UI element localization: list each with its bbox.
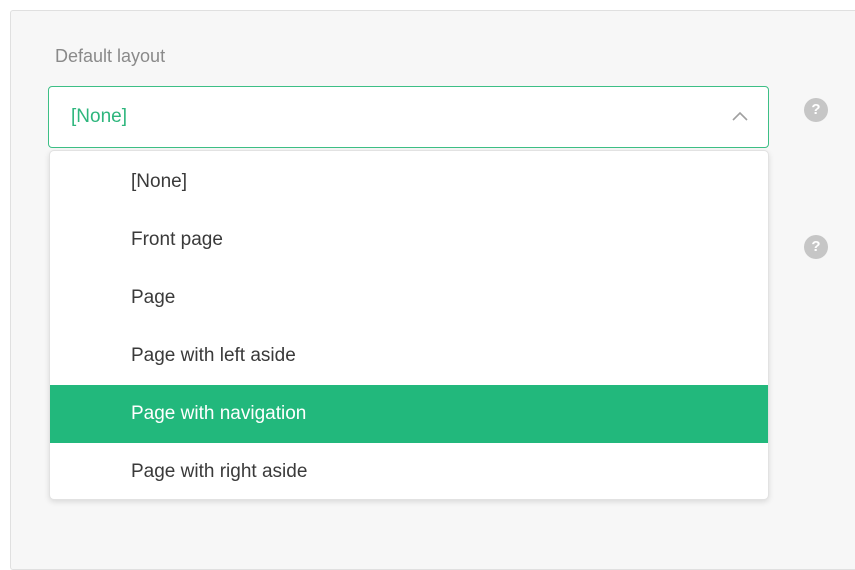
dropdown-option-page-with-left-aside[interactable]: Page with left aside (50, 327, 768, 385)
dropdown-option-none[interactable]: [None] (50, 153, 768, 211)
chevron-up-icon[interactable] (730, 107, 750, 127)
help-icon[interactable]: ? (804, 98, 828, 122)
default-layout-select[interactable]: [None] (48, 86, 769, 148)
default-layout-label: Default layout (55, 46, 166, 66)
dropdown-option-page[interactable]: Page (50, 269, 768, 327)
dropdown-option-front-page[interactable]: Front page (50, 211, 768, 269)
dropdown-option-page-with-navigation[interactable]: Page with navigation (50, 385, 768, 443)
layout-dropdown-menu: [None] Front page Page Page with left as… (49, 150, 769, 500)
select-value: [None] (71, 106, 127, 127)
dropdown-option-page-with-right-aside[interactable]: Page with right aside (50, 443, 768, 499)
help-icon[interactable]: ? (804, 235, 828, 259)
